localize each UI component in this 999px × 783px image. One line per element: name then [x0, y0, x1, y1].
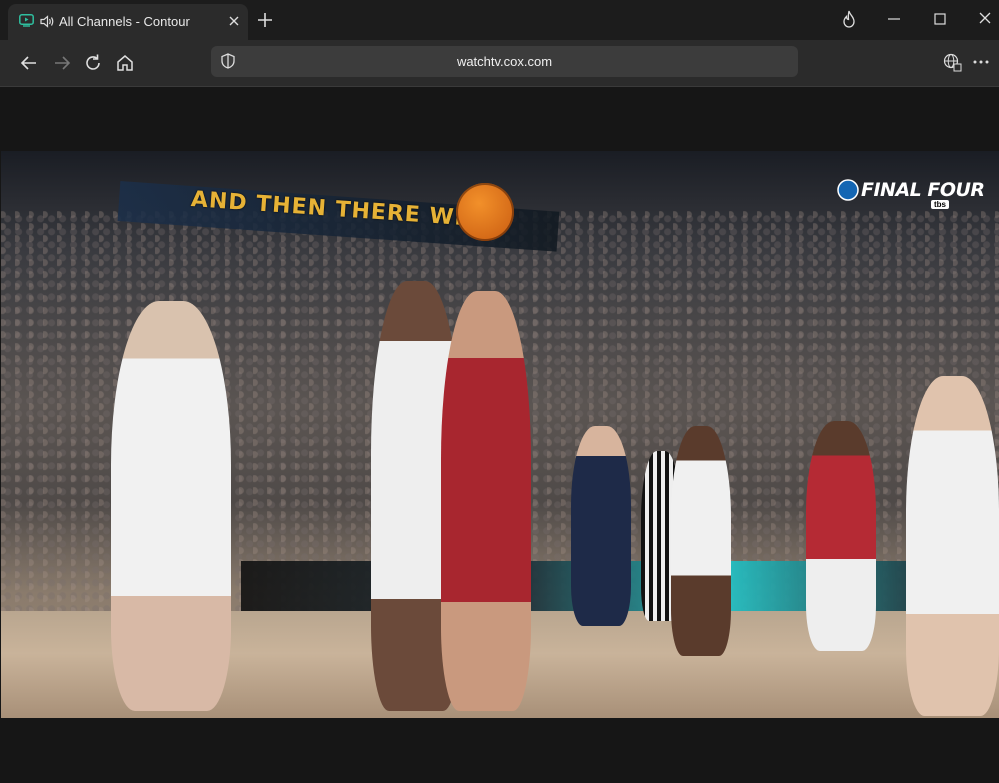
- close-window-icon[interactable]: [973, 8, 997, 30]
- tv-play-icon: [19, 14, 34, 27]
- translate-globe-icon[interactable]: [942, 52, 962, 72]
- flame-icon[interactable]: [837, 8, 861, 30]
- ncaa-logo-icon: [837, 179, 859, 201]
- basketball: [456, 183, 514, 241]
- network-logo: tbs: [931, 200, 949, 209]
- more-options-icon[interactable]: [971, 52, 991, 72]
- browser-toolbar: watchtv.cox.com: [0, 40, 999, 87]
- minimize-icon[interactable]: [882, 8, 906, 30]
- player-white-left: [111, 301, 231, 711]
- home-icon[interactable]: [113, 51, 137, 75]
- tab-title: All Channels - Contour: [59, 14, 190, 29]
- url-text[interactable]: watchtv.cox.com: [211, 54, 798, 69]
- forward-arrow-icon[interactable]: [50, 51, 74, 75]
- score-bug: FINAL FOUR tbs: [837, 175, 985, 215]
- maximize-icon[interactable]: [928, 8, 952, 30]
- address-bar[interactable]: watchtv.cox.com: [211, 46, 798, 77]
- back-arrow-icon[interactable]: [17, 51, 41, 75]
- title-bar: All Channels - Contour: [0, 0, 999, 40]
- reload-icon[interactable]: [81, 51, 105, 75]
- browser-tab[interactable]: All Channels - Contour: [8, 4, 248, 40]
- close-tab-icon[interactable]: [226, 13, 242, 29]
- player-white-right-center: [671, 426, 731, 656]
- score-bug-title: FINAL FOUR: [861, 179, 985, 201]
- player-crimson-center: [441, 291, 531, 711]
- player-white-right: [906, 376, 999, 716]
- video-player[interactable]: AND THEN THERE WE FINAL FOUR tbs: [1, 151, 999, 718]
- page-content: AND THEN THERE WE FINAL FOUR tbs: [0, 87, 999, 783]
- new-tab-icon[interactable]: [255, 10, 275, 30]
- player-crimson-right: [806, 421, 876, 651]
- speaker-icon[interactable]: [40, 15, 55, 28]
- coach: [571, 426, 631, 626]
